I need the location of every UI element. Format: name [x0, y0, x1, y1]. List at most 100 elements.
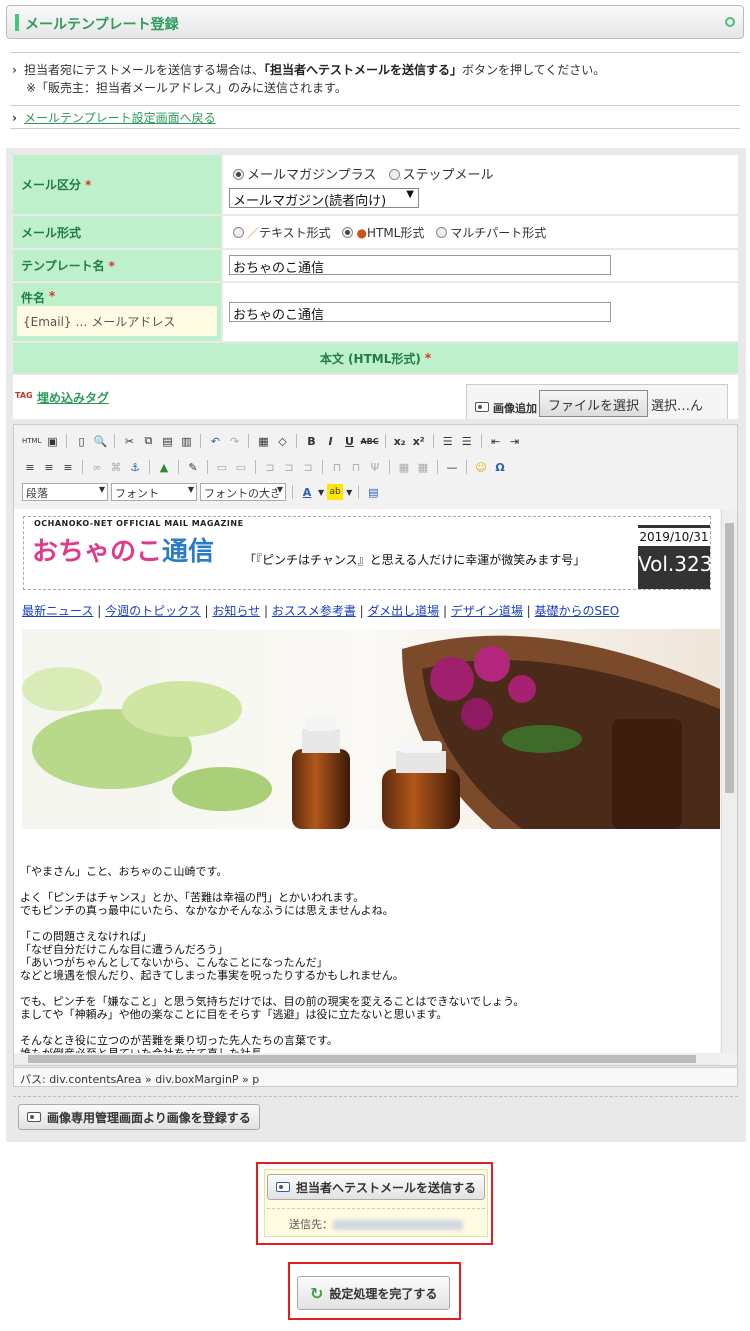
undo-icon[interactable]: ↶ — [207, 433, 223, 449]
info-text-end: ボタンを押してください。 — [462, 63, 606, 77]
page-header: メールテンプレート登録 — [6, 5, 744, 39]
step-mail-radio[interactable] — [388, 169, 400, 180]
magazine-nav: 最新ニュース | 今週のトピックス | お知らせ | おススメ参考書 | ダメ出… — [22, 604, 620, 618]
insert-col-after-icon[interactable]: ⊓ — [348, 459, 364, 475]
send-test-mail-button[interactable]: 担当者へテストメールを送信する — [267, 1174, 485, 1200]
bullet-list-icon[interactable]: ☰ — [459, 433, 475, 449]
highlight-color-icon[interactable]: ab — [327, 484, 344, 500]
chevron-down-icon[interactable]: ▼ — [318, 488, 324, 497]
outdent-icon[interactable]: ⇤ — [488, 433, 504, 449]
info-text: 担当者宛にテストメールを送信する場合は、 — [24, 63, 265, 77]
bold-icon[interactable]: B — [303, 433, 319, 449]
fullscreen-icon[interactable]: ▤ — [365, 484, 381, 500]
mail-magazine-plus-radio[interactable] — [233, 169, 244, 180]
underline-icon[interactable]: U — [341, 433, 357, 449]
mail-format-field: ／テキスト形式 ●HTML形式 マルチパート形式 — [223, 216, 738, 248]
nav-link[interactable]: 今週のトピックス — [105, 604, 201, 618]
insert-col-before-icon[interactable]: ⊓ — [329, 459, 345, 475]
font-select[interactable]: フォント ▼ — [111, 483, 197, 501]
scroll-thumb[interactable] — [725, 523, 734, 793]
cut-icon[interactable]: ✂ — [121, 433, 137, 449]
pencil-icon: ／ — [247, 226, 260, 240]
image-icon — [27, 1112, 41, 1122]
magazine-body: 「やまさん」こと、おちゃのこ山崎です。 よく「ピンチはチャンス」とか、「苦難は幸… — [20, 865, 525, 1053]
register-image-button[interactable]: 画像専用管理画面より画像を登録する — [18, 1104, 260, 1130]
font-size-select[interactable]: フォントの大き ▼ — [200, 483, 286, 501]
align-left-icon[interactable]: ≡ — [22, 459, 38, 475]
nav-link[interactable]: デザイン道場 — [451, 604, 523, 618]
recipient-email-redacted — [333, 1220, 463, 1230]
nav-link[interactable]: ダメ出し道場 — [368, 604, 440, 618]
hero-image — [22, 629, 720, 829]
superscript-icon[interactable]: x² — [411, 433, 427, 449]
magazine-catchphrase: 「『ピンチはチャンス』と思える人だけに幸運が微笑みます号」 — [244, 553, 586, 567]
new-document-icon[interactable]: ▯ — [73, 433, 89, 449]
paragraph-select[interactable]: 段落 ▼ — [22, 483, 108, 501]
template-name-input[interactable]: おちゃのこ通信 — [229, 255, 611, 276]
file-status: 選択…ん — [651, 399, 704, 414]
nav-link[interactable]: 基礎からのSEO — [535, 604, 620, 618]
special-char-icon[interactable]: Ω — [492, 459, 508, 475]
delete-row-icon[interactable]: ⊐ — [300, 459, 316, 475]
embed-tag-link[interactable]: 埋め込みタグ — [37, 389, 109, 406]
subscript-icon[interactable]: x₂ — [392, 433, 408, 449]
insert-row-before-icon[interactable]: ⊐ — [262, 459, 278, 475]
toggle-circle-icon[interactable] — [725, 17, 735, 27]
template-name-label: テンプレート名 * — [13, 250, 221, 281]
italic-icon[interactable]: I — [322, 433, 338, 449]
toolbar-row-2: ≡ ≡ ≡ ∞ ⌘ ⚓ ▲ ✎ ▭ ▭ ⊐ ⊐ ⊐ ⊓ ⊓ Ψ ▦ ▦ — ☺ … — [22, 457, 508, 477]
text-format-radio[interactable] — [233, 227, 244, 238]
emoticon-icon[interactable]: ☺ — [473, 459, 489, 475]
mail-type-select[interactable]: メールマガジン(読者向け) ▼ — [229, 188, 419, 209]
back-link-row: › メールテンプレート設定画面へ戻る — [10, 107, 740, 129]
merge-cells-icon[interactable]: ▦ — [415, 459, 431, 475]
nav-link[interactable]: 最新ニュース — [22, 604, 93, 618]
html-source-icon[interactable]: HTML — [22, 433, 41, 449]
image-icon — [475, 402, 489, 412]
print-preview-icon[interactable]: 🔍 — [92, 433, 108, 449]
info-note: ※「販売主：担当者メールアドレス」のみに送信されます。 — [26, 81, 347, 95]
preview-window-icon[interactable]: ▣ — [44, 433, 60, 449]
anchor-icon[interactable]: ⚓ — [127, 459, 143, 475]
vertical-scrollbar[interactable] — [721, 509, 737, 1053]
subject-input[interactable]: おちゃのこ通信 — [229, 302, 611, 323]
chevron-down-icon[interactable]: ▼ — [346, 488, 352, 497]
numbered-list-icon[interactable]: ☰ — [440, 433, 456, 449]
paste-word-icon[interactable]: ▥ — [178, 433, 194, 449]
html-editor: HTML ▣ ▯ 🔍 ✂ ⧉ ▤ ▥ ↶ ↷ ▦ ◇ B I U ABC x₂ … — [13, 424, 738, 1066]
multipart-format-radio[interactable] — [436, 227, 448, 238]
horizontal-rule-icon[interactable]: — — [444, 459, 460, 475]
html-format-radio[interactable] — [342, 227, 354, 238]
delete-col-icon[interactable]: Ψ — [367, 459, 383, 475]
image-add-label: 画像追加 — [493, 402, 537, 415]
link-icon[interactable]: ∞ — [89, 459, 105, 475]
horizontal-scrollbar[interactable] — [14, 1053, 720, 1065]
nav-link[interactable]: おススメ参考書 — [272, 604, 356, 618]
chevron-right-icon: › — [12, 63, 17, 77]
table-row-icon[interactable]: ▭ — [214, 459, 230, 475]
editor-content[interactable]: OCHANOKO-NET OFFICIAL MAIL MAGAZINE おちゃの… — [14, 509, 720, 1053]
choose-file-button[interactable]: ファイルを選択 — [539, 390, 649, 417]
align-center-icon[interactable]: ≡ — [41, 459, 57, 475]
indent-icon[interactable]: ⇥ — [507, 433, 523, 449]
redo-icon[interactable]: ↷ — [226, 433, 242, 449]
split-cells-icon[interactable]: ▦ — [396, 459, 412, 475]
chevron-right-icon: › — [12, 111, 17, 125]
align-right-icon[interactable]: ≡ — [60, 459, 76, 475]
complete-settings-button[interactable]: ↻ 設定処理を完了する — [297, 1276, 451, 1310]
insert-image-icon[interactable]: ▲ — [156, 459, 172, 475]
nav-link[interactable]: お知らせ — [212, 604, 260, 618]
text-color-icon[interactable]: A — [299, 484, 315, 500]
editor-options-row: TAG 埋め込みタグ 画像追加 ファイルを選択 選択…ん — [13, 375, 738, 419]
select-all-icon[interactable]: ▦ — [255, 433, 271, 449]
copy-icon[interactable]: ⧉ — [140, 433, 156, 449]
scroll-thumb[interactable] — [28, 1055, 696, 1063]
back-to-settings-link[interactable]: メールテンプレート設定画面へ戻る — [24, 111, 216, 125]
paste-icon[interactable]: ▤ — [159, 433, 175, 449]
eraser-icon[interactable]: ◇ — [274, 433, 290, 449]
unlink-icon[interactable]: ⌘ — [108, 459, 124, 475]
edit-icon[interactable]: ✎ — [185, 459, 201, 475]
strikethrough-icon[interactable]: ABC — [360, 433, 378, 449]
table-cell-icon[interactable]: ▭ — [233, 459, 249, 475]
insert-row-after-icon[interactable]: ⊐ — [281, 459, 297, 475]
